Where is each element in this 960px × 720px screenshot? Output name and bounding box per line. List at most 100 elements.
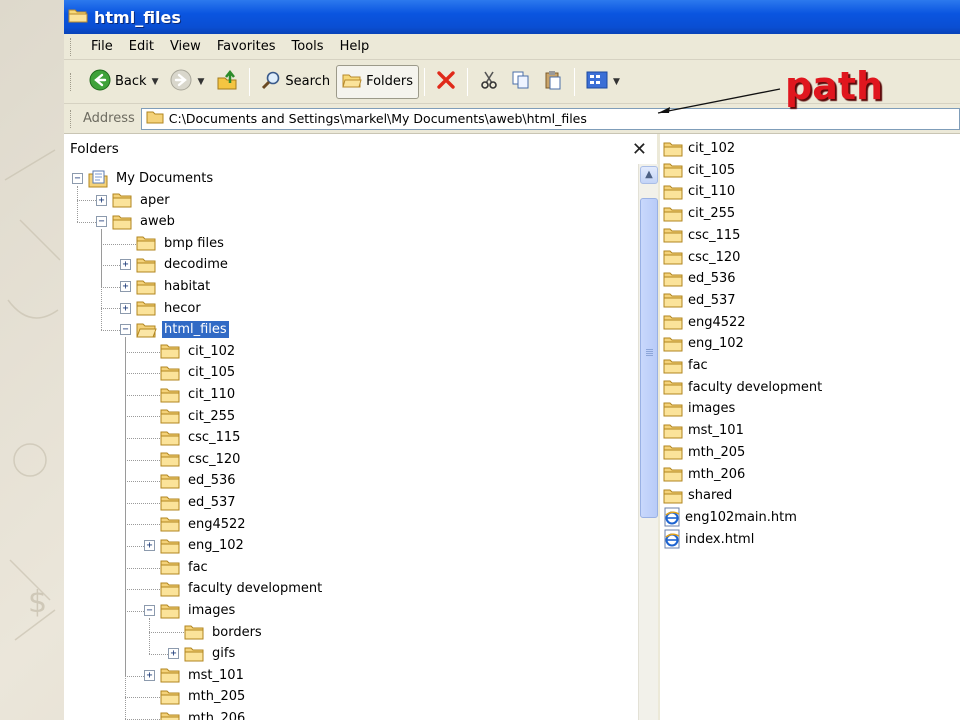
file-item-eng-102[interactable]: eng_102 [663, 333, 744, 354]
toolbar-grip[interactable] [70, 72, 73, 91]
folder-icon [160, 603, 181, 619]
tree-item-habitat[interactable]: + habitat [120, 276, 212, 297]
folder-icon [663, 162, 684, 178]
copy-icon [511, 70, 531, 94]
file-item-eng4522[interactable]: eng4522 [663, 312, 746, 333]
back-button[interactable]: Back ▼ [83, 65, 164, 99]
tree-item-faculty-development[interactable]: faculty development [144, 578, 324, 599]
menu-favorites[interactable]: Favorites [209, 37, 284, 56]
collapse-minus-icon[interactable]: − [72, 173, 83, 184]
folder-icon [663, 444, 684, 460]
tree-item-hecor[interactable]: + hecor [120, 298, 203, 319]
file-item-eng102main-htm[interactable]: eng102main.htm [663, 507, 797, 528]
tree-item-images[interactable]: − images [144, 600, 237, 621]
folder-icon [160, 581, 181, 597]
folder-icon [663, 314, 684, 330]
views-dropdown-icon[interactable]: ▼ [613, 77, 620, 87]
file-item-cit-105[interactable]: cit_105 [663, 160, 735, 181]
file-item-shared[interactable]: shared [663, 485, 732, 506]
tree-item-decodime[interactable]: + decodime [120, 254, 230, 275]
file-item-fac[interactable]: fac [663, 355, 708, 376]
tree-item-label: hecor [164, 300, 201, 316]
clipboard-icon [543, 70, 563, 94]
menu-tools[interactable]: Tools [284, 37, 332, 56]
file-item-ed-537[interactable]: ed_537 [663, 290, 736, 311]
collapse-minus-icon[interactable]: − [144, 605, 155, 616]
file-item-label: eng4522 [688, 314, 746, 330]
menu-view[interactable]: View [162, 37, 209, 56]
collapse-minus-icon[interactable]: − [96, 216, 107, 228]
toolbar-separator [574, 67, 576, 96]
tree-item-my-documents[interactable]: − My Documents [72, 168, 215, 189]
tree-branch-line [125, 546, 144, 547]
tree-branch-line [125, 416, 160, 418]
menu-file[interactable]: File [83, 37, 121, 56]
forward-button[interactable]: ▼ [164, 65, 210, 99]
expand-plus-icon[interactable]: + [144, 540, 155, 552]
file-item-ed-536[interactable]: ed_536 [663, 268, 736, 289]
menu-grip[interactable] [70, 37, 73, 56]
folder-icon [663, 271, 684, 287]
file-item-mth-205[interactable]: mth_205 [663, 442, 745, 463]
folder-icon [136, 300, 157, 316]
folders-label: Folders [366, 74, 414, 89]
address-field[interactable]: C:\Documents and Settings\markel\My Docu… [140, 107, 960, 130]
cut-button[interactable] [473, 65, 505, 99]
tree-item-eng-102[interactable]: + eng_102 [144, 535, 246, 556]
views-button[interactable]: ▼ [580, 65, 626, 99]
file-item-images[interactable]: images [663, 398, 735, 419]
title-bar[interactable]: html_files [64, 0, 960, 34]
expand-plus-icon[interactable]: + [120, 281, 131, 292]
delete-button[interactable] [430, 65, 462, 99]
back-dropdown-icon[interactable]: ▼ [152, 77, 159, 87]
tree-scrollbar[interactable]: ▲ [638, 164, 658, 720]
address-grip[interactable] [70, 109, 73, 128]
close-icon[interactable]: ✕ [632, 139, 647, 160]
file-item-mth-206[interactable]: mth_206 [663, 464, 745, 485]
forward-dropdown-icon[interactable]: ▼ [197, 77, 204, 87]
expand-plus-icon[interactable]: + [144, 669, 155, 681]
collapse-minus-icon[interactable]: − [120, 324, 131, 336]
tree-item-html-files[interactable]: − html_files [120, 319, 229, 340]
scroll-up-arrow-icon[interactable]: ▲ [640, 166, 658, 184]
expand-plus-icon[interactable]: + [96, 194, 107, 206]
menu-edit[interactable]: Edit [121, 37, 162, 56]
tree-item-aper[interactable]: + aper [96, 190, 172, 211]
tree-item-label: borders [212, 624, 262, 640]
toolbar-separator [424, 67, 426, 96]
file-item-index-html[interactable]: index.html [663, 529, 754, 550]
svg-text:$: $ [28, 585, 47, 620]
file-item-label: csc_115 [688, 227, 741, 243]
expand-plus-icon[interactable]: + [120, 302, 131, 314]
views-grid-icon [586, 71, 608, 93]
tree-branch-line [149, 632, 184, 634]
file-item-cit-110[interactable]: cit_110 [663, 181, 735, 202]
file-item-csc-115[interactable]: csc_115 [663, 225, 740, 246]
file-item-label: images [688, 401, 736, 417]
folder-icon [112, 214, 133, 230]
file-item-cit-102[interactable]: cit_102 [663, 138, 735, 159]
expand-plus-icon[interactable]: + [168, 648, 179, 660]
file-item-label: mst_101 [688, 423, 744, 439]
up-folder-button[interactable] [210, 65, 244, 99]
tree-item-aweb[interactable]: − aweb [96, 211, 177, 232]
tree-item-mst-101[interactable]: + mst_101 [144, 665, 246, 686]
file-item-label: fac [688, 358, 708, 373]
search-button[interactable]: Search [255, 65, 336, 99]
copy-button[interactable] [505, 65, 537, 99]
paste-button[interactable] [537, 65, 569, 99]
expand-plus-icon[interactable]: + [120, 259, 131, 271]
scroll-thumb[interactable] [640, 198, 658, 518]
file-item-faculty-development[interactable]: faculty development [663, 377, 822, 398]
file-item-mst-101[interactable]: mst_101 [663, 420, 744, 441]
toolbar-separator [467, 67, 469, 96]
file-item-label: eng_102 [688, 336, 744, 352]
tree-item-gifs[interactable]: + gifs [168, 643, 237, 664]
file-item-csc-120[interactable]: csc_120 [663, 247, 740, 268]
menu-help[interactable]: Help [332, 37, 378, 56]
folder-icon [663, 336, 684, 352]
file-item-cit-255[interactable]: cit_255 [663, 203, 735, 224]
folder-icon [160, 559, 181, 575]
tree-branch-line [101, 265, 120, 267]
folders-button[interactable]: Folders [336, 64, 420, 99]
